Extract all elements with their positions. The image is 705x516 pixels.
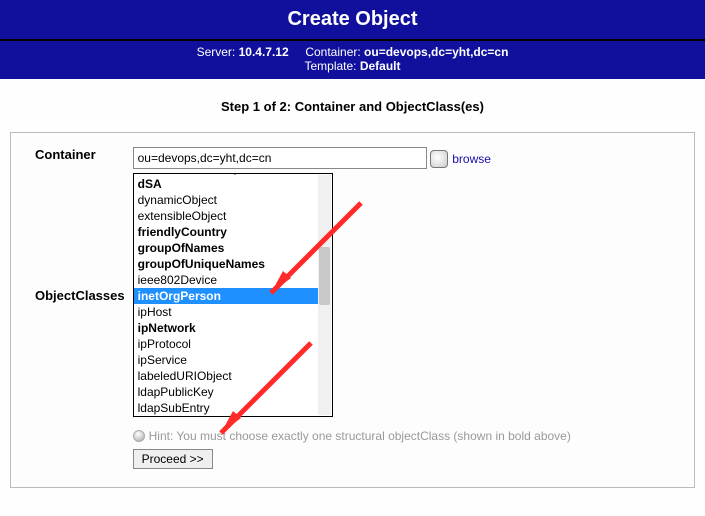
list-item[interactable]: ipNetwork (134, 320, 320, 336)
container-value: ou=devops,dc=yht,dc=cn (364, 45, 508, 59)
list-item[interactable]: dynamicObject (134, 192, 320, 208)
template-label: Template: (304, 59, 356, 73)
objectclasses-label: ObjectClasses (31, 171, 129, 419)
list-item[interactable]: groupOfUniqueNames (134, 256, 320, 272)
objectclasses-listbox[interactable]: domainRelatedObjectdSAdynamicObjectexten… (133, 173, 333, 417)
page-title: Create Object (0, 0, 705, 41)
step-heading: Step 1 of 2: Container and ObjectClass(e… (0, 79, 705, 132)
list-item[interactable]: dSA (134, 176, 320, 192)
container-label: Container: (305, 45, 360, 59)
form-panel: Container browse ObjectClasses domainRel… (10, 132, 695, 488)
hint-text: Hint: You must choose exactly one struct… (149, 429, 571, 443)
server-value: 10.4.7.12 (239, 45, 289, 59)
list-item[interactable]: ieee802Device (134, 272, 320, 288)
list-item[interactable]: ldapPublicKey (134, 384, 320, 400)
list-item[interactable]: groupOfNames (134, 240, 320, 256)
list-item[interactable]: ipService (134, 352, 320, 368)
list-item[interactable]: extensibleObject (134, 208, 320, 224)
list-item[interactable]: ldapSubEntry (134, 400, 320, 416)
template-value: Default (360, 59, 401, 73)
container-input[interactable] (133, 147, 427, 169)
proceed-button[interactable]: Proceed >> (133, 449, 213, 469)
scrollbar[interactable] (318, 175, 331, 415)
browse-icon[interactable] (430, 150, 448, 168)
list-item[interactable]: friendlyCountry (134, 224, 320, 240)
scrollbar-thumb[interactable] (319, 247, 330, 305)
container-field-label: Container (31, 145, 129, 171)
server-label: Server: (197, 45, 236, 59)
list-item[interactable]: ipHost (134, 304, 320, 320)
browse-link[interactable]: browse (452, 152, 491, 166)
list-item[interactable]: ipProtocol (134, 336, 320, 352)
hint-icon (133, 430, 145, 442)
list-item[interactable]: labeledURIObject (134, 368, 320, 384)
info-bar: Server: 10.4.7.12 Container: ou=devops,d… (0, 41, 705, 79)
list-item[interactable]: inetOrgPerson (134, 288, 320, 304)
